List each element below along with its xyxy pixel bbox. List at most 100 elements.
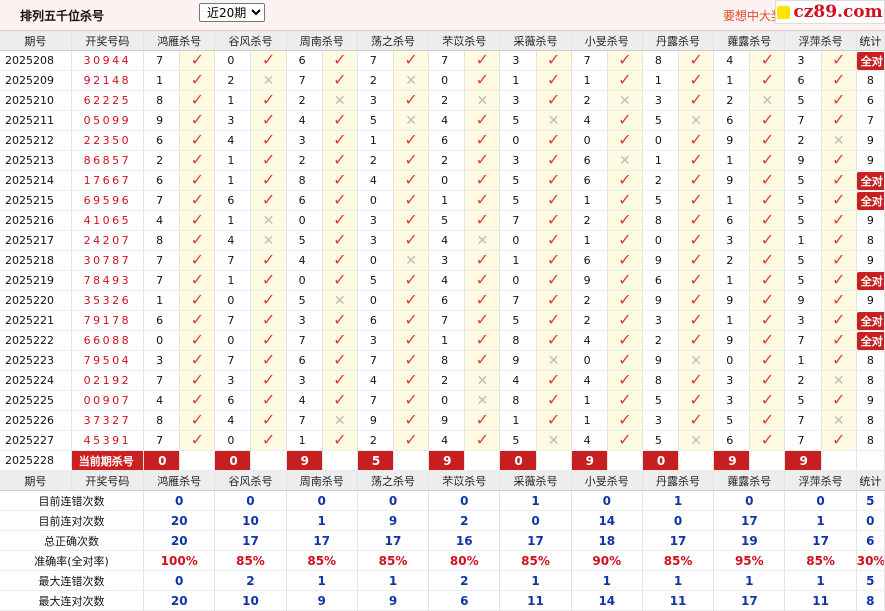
hit-mark-cell: ✓ bbox=[393, 170, 430, 191]
kill-number-cell: 0 bbox=[713, 350, 751, 371]
kill-number-cell: 7 bbox=[143, 270, 181, 291]
kill-number-cell: 5 bbox=[784, 190, 822, 211]
kill-number-cell: 9 bbox=[642, 350, 680, 371]
stats-total: 5 bbox=[856, 570, 885, 591]
miss-mark-cell: ✕ bbox=[464, 390, 501, 411]
cross-icon: ✕ bbox=[547, 432, 560, 449]
check-icon: ✓ bbox=[618, 230, 632, 249]
hit-mark-cell: ✓ bbox=[607, 410, 643, 431]
kill-number-cell: 5 bbox=[642, 110, 680, 131]
current-kill-number: 9 bbox=[286, 450, 323, 471]
cross-icon: ✕ bbox=[405, 72, 417, 89]
stats-value: 2 bbox=[428, 570, 501, 591]
stats-value: 14 bbox=[571, 510, 643, 531]
kill-number-cell: 1 bbox=[499, 410, 537, 431]
kill-number-cell: 8 bbox=[143, 90, 181, 111]
hit-mark-cell: ✓ bbox=[250, 290, 287, 311]
check-icon: ✓ bbox=[190, 90, 204, 109]
kill-number-cell: 9 bbox=[784, 150, 822, 171]
miss-mark-cell: ✕ bbox=[678, 430, 715, 451]
check-icon: ✓ bbox=[475, 170, 490, 189]
period-cell: 2025228 bbox=[0, 450, 72, 471]
kill-number-cell: 9 bbox=[784, 290, 822, 311]
all-correct-badge: 全对 bbox=[856, 51, 884, 70]
check-icon: ✓ bbox=[333, 110, 347, 129]
miss-mark-cell: ✕ bbox=[607, 90, 643, 111]
stat-value: 8 bbox=[866, 234, 874, 247]
prize-number-cell: 02192 bbox=[71, 370, 145, 391]
stat-value: 8 bbox=[866, 434, 874, 447]
check-icon: ✓ bbox=[261, 190, 276, 209]
stat-cell: 9 bbox=[856, 150, 885, 171]
col-prize-header: 开奖号码 bbox=[71, 470, 145, 491]
table-row: 2025220 35326 1 ✓ 0 ✓ 5 ✕ 0 ✓ 6 ✓ 7 ✓ 2 ✓ 9 ✓ 9 ✓ 9 ✓ 9 bbox=[0, 290, 885, 311]
stats-value: 20 bbox=[143, 590, 216, 611]
check-icon: ✓ bbox=[190, 330, 204, 349]
hit-mark-cell: ✓ bbox=[464, 190, 501, 211]
logo-square-icon bbox=[777, 5, 791, 19]
cross-icon: ✕ bbox=[690, 352, 702, 369]
hit-mark-cell: ✓ bbox=[322, 230, 358, 251]
check-icon: ✓ bbox=[333, 170, 347, 189]
check-icon: ✓ bbox=[546, 370, 561, 389]
prize-number-cell: 17667 bbox=[71, 170, 145, 191]
kill-number-cell: 7 bbox=[571, 50, 608, 71]
kill-number-cell: 1 bbox=[642, 70, 680, 91]
kill-number-cell: 2 bbox=[214, 70, 252, 91]
period-range-select[interactable]: 近20期 bbox=[199, 3, 265, 22]
hit-mark-cell: ✓ bbox=[536, 70, 572, 91]
kill-number-cell: 0 bbox=[357, 290, 395, 311]
stat-value: 8 bbox=[866, 414, 874, 427]
check-icon: ✓ bbox=[404, 150, 418, 169]
stat-cell: 8 bbox=[856, 370, 885, 391]
kill-number-cell: 3 bbox=[642, 410, 680, 431]
cross-icon: ✕ bbox=[333, 292, 346, 309]
miss-mark-cell: ✕ bbox=[821, 410, 857, 431]
hit-mark-cell: ✓ bbox=[536, 90, 572, 111]
check-icon: ✓ bbox=[333, 230, 347, 249]
kill-number-cell: 0 bbox=[143, 330, 181, 351]
table-row: 2025221 79178 6 ✓ 7 ✓ 3 ✓ 6 ✓ 7 ✓ 5 ✓ 2 ✓ 3 ✓ 1 ✓ 3 ✓ 全对 bbox=[0, 310, 885, 331]
stats-value: 18 bbox=[571, 530, 643, 551]
kill-number-cell: 4 bbox=[214, 230, 252, 251]
table-row: 2025214 17667 6 ✓ 1 ✓ 8 ✓ 4 ✓ 0 ✓ 5 ✓ 6 ✓ 2 ✓ 9 ✓ 5 ✓ 全对 bbox=[0, 170, 885, 191]
check-icon: ✓ bbox=[404, 410, 418, 429]
check-icon: ✓ bbox=[618, 270, 632, 289]
kill-number-cell: 6 bbox=[428, 130, 466, 151]
hit-mark-cell: ✓ bbox=[821, 390, 857, 411]
check-icon: ✓ bbox=[831, 50, 846, 69]
kill-number-cell: 2 bbox=[571, 210, 608, 231]
stats-value: 85% bbox=[214, 550, 287, 571]
hit-mark-cell: ✓ bbox=[464, 150, 501, 171]
kill-number-cell: 9 bbox=[499, 350, 537, 371]
kill-number-cell: 7 bbox=[143, 430, 181, 451]
kill-number-cell: 3 bbox=[499, 150, 537, 171]
stats-value: 17 bbox=[286, 530, 358, 551]
hit-mark-cell: ✓ bbox=[607, 270, 643, 291]
check-icon: ✓ bbox=[831, 170, 846, 189]
period-cell: 2025225 bbox=[0, 390, 72, 411]
table-row: 2025211 05099 9 ✓ 3 ✓ 4 ✓ 5 ✕ 4 ✓ 5 ✕ 4 ✓ 5 ✕ 6 ✓ 7 ✓ 7 bbox=[0, 110, 885, 131]
check-icon: ✓ bbox=[190, 310, 204, 329]
kill-number-cell: 0 bbox=[286, 270, 323, 291]
kill-number-cell: 2 bbox=[642, 330, 680, 351]
check-icon: ✓ bbox=[689, 70, 703, 89]
kill-number-cell: 8 bbox=[499, 330, 537, 351]
hit-mark-cell: ✓ bbox=[607, 130, 643, 151]
kill-number-cell: 7 bbox=[784, 110, 822, 131]
check-icon: ✓ bbox=[831, 90, 846, 109]
cross-icon: ✕ bbox=[618, 152, 631, 169]
hit-mark-cell: ✓ bbox=[250, 110, 287, 131]
promo-text[interactable]: 要想中大奖 bbox=[723, 7, 783, 24]
prize-number-cell: 30787 bbox=[71, 250, 145, 271]
hit-mark-cell: ✓ bbox=[749, 390, 786, 411]
col-expert-header: 小旻杀号 bbox=[571, 31, 643, 51]
hit-mark-cell: ✓ bbox=[322, 130, 358, 151]
site-logo[interactable]: cz89.com bbox=[775, 0, 885, 24]
check-icon: ✓ bbox=[760, 150, 775, 169]
hit-mark-cell: ✓ bbox=[250, 50, 287, 71]
kill-number-cell: 5 bbox=[357, 110, 395, 131]
check-icon: ✓ bbox=[546, 310, 561, 329]
check-icon: ✓ bbox=[261, 290, 276, 309]
kill-number-cell: 4 bbox=[143, 390, 181, 411]
